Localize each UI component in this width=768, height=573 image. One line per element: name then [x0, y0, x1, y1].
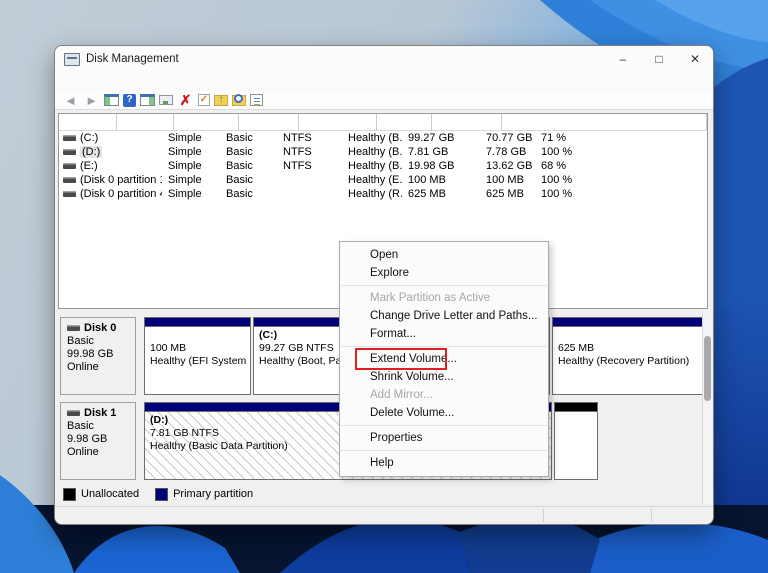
- explore-folder-icon[interactable]: [232, 95, 246, 106]
- context-menu-item[interactable]: [341, 346, 547, 347]
- delete-icon[interactable]: [177, 93, 194, 107]
- context-menu-item-change-drive-letter-and-paths[interactable]: Change Drive Letter and Paths...: [340, 307, 548, 325]
- toolbar-icons-group: [60, 93, 265, 107]
- open-folder-icon[interactable]: [214, 95, 228, 106]
- partition-recovery[interactable]: 625 MB Healthy (Recovery Partition): [552, 317, 704, 395]
- column-header-free[interactable]: [502, 114, 707, 130]
- volume-list-body: (C:) Simple Basic NTFS Healthy (B... 99.…: [59, 131, 707, 201]
- legend-item-primary-partition: Primary partition: [155, 488, 253, 501]
- menubar-item-file[interactable]: [63, 81, 77, 83]
- properties-icon[interactable]: [250, 94, 263, 106]
- column-header-file-system[interactable]: [239, 114, 299, 130]
- maximize-button[interactable]: □: [641, 46, 677, 72]
- column-header-status[interactable]: [299, 114, 377, 130]
- context-menu-item-extend-volume[interactable]: Extend Volume...: [340, 350, 548, 368]
- volume-icon: [63, 149, 76, 155]
- volume-icon: [63, 191, 76, 197]
- unallocated-bar: [555, 403, 597, 412]
- context-menu-item[interactable]: [341, 450, 547, 451]
- primary-partition-bar: [145, 318, 250, 327]
- disk-icon: [67, 410, 80, 416]
- console-tree-icon[interactable]: [104, 94, 119, 106]
- context-menu-item-open[interactable]: Open: [340, 246, 548, 264]
- disk-0-header[interactable]: Disk 0 Basic 99.98 GB Online: [60, 317, 136, 395]
- partition-unallocated[interactable]: [554, 402, 598, 480]
- context-menu-item-mark-partition-as-active[interactable]: Mark Partition as Active: [340, 289, 548, 307]
- desktop: Disk Management – □ ✕: [0, 0, 768, 573]
- legend-color-swatch: [155, 488, 168, 501]
- menubar-item-view[interactable]: [99, 81, 113, 83]
- column-header-volume[interactable]: [59, 114, 117, 130]
- help-icon[interactable]: [123, 94, 136, 107]
- legend-item-unallocated: Unallocated: [63, 488, 139, 501]
- popup-icon[interactable]: [159, 95, 173, 105]
- close-button[interactable]: ✕: [677, 46, 713, 72]
- status-bar: [55, 506, 713, 524]
- partition-efi-system[interactable]: 100 MB Healthy (EFI System Part: [144, 317, 251, 395]
- toolbar: [55, 91, 713, 110]
- status-bar-divider: [651, 509, 652, 522]
- context-menu-item[interactable]: [341, 425, 547, 426]
- context-menu: OpenExplore Mark Partition as ActiveChang…: [339, 241, 549, 477]
- disk-management-window: Disk Management – □ ✕: [54, 45, 714, 525]
- column-header-free-spa[interactable]: [432, 114, 502, 130]
- menubar-item-help[interactable]: [117, 81, 131, 83]
- volume-row-disk-0-partition-1[interactable]: (Disk 0 partition 1) Simple Basic Health…: [59, 173, 707, 187]
- volume-row-c[interactable]: (C:) Simple Basic NTFS Healthy (B... 99.…: [59, 131, 707, 145]
- context-menu-item-help[interactable]: Help: [340, 454, 548, 472]
- legend-color-swatch: [63, 488, 76, 501]
- app-icon: [64, 53, 80, 66]
- context-menu-item-explore[interactable]: Explore: [340, 264, 548, 282]
- context-menu-item-properties[interactable]: Properties: [340, 429, 548, 447]
- context-menu-item-format[interactable]: Format...: [340, 325, 548, 343]
- context-menu-item-delete-volume[interactable]: Delete Volume...: [340, 404, 548, 422]
- context-menu-item-add-mirror[interactable]: Add Mirror...: [340, 386, 548, 404]
- primary-partition-bar: [553, 318, 703, 327]
- forward-icon[interactable]: [83, 93, 100, 107]
- column-header-capacity[interactable]: [377, 114, 432, 130]
- disk-1-header[interactable]: Disk 1 Basic 9.98 GB Online: [60, 402, 136, 480]
- action-pane-icon[interactable]: [140, 94, 155, 106]
- volume-icon: [63, 135, 76, 141]
- status-bar-divider: [543, 509, 544, 522]
- title-bar[interactable]: Disk Management – □ ✕: [55, 46, 713, 73]
- volume-row-e[interactable]: (E:) Simple Basic NTFS Healthy (B... 19.…: [59, 159, 707, 173]
- legend-bar: Unallocated Primary partition: [58, 484, 710, 504]
- context-menu-item[interactable]: [341, 285, 547, 286]
- disk-pane-scrollbar[interactable]: [702, 313, 712, 504]
- disk-icon: [67, 325, 80, 331]
- volume-icon: [63, 177, 76, 183]
- mark-active-icon[interactable]: [198, 94, 210, 106]
- window-controls: – □ ✕: [605, 46, 713, 72]
- column-header-layout[interactable]: [117, 114, 174, 130]
- volume-icon: [63, 163, 76, 169]
- menubar-item-action[interactable]: [81, 81, 95, 83]
- minimize-button[interactable]: –: [605, 46, 641, 72]
- volume-list-header: [59, 114, 707, 131]
- column-header-type[interactable]: [174, 114, 239, 130]
- volume-row-d[interactable]: (D:) Simple Basic NTFS Healthy (B... 7.8…: [59, 145, 707, 159]
- context-menu-item-shrink-volume[interactable]: Shrink Volume...: [340, 368, 548, 386]
- volume-row-disk-0-partition-4[interactable]: (Disk 0 partition 4) Simple Basic Health…: [59, 187, 707, 201]
- back-icon[interactable]: [62, 93, 79, 107]
- window-title: Disk Management: [86, 53, 179, 65]
- scrollbar-thumb[interactable]: [704, 336, 711, 401]
- menu-bar: [55, 72, 713, 92]
